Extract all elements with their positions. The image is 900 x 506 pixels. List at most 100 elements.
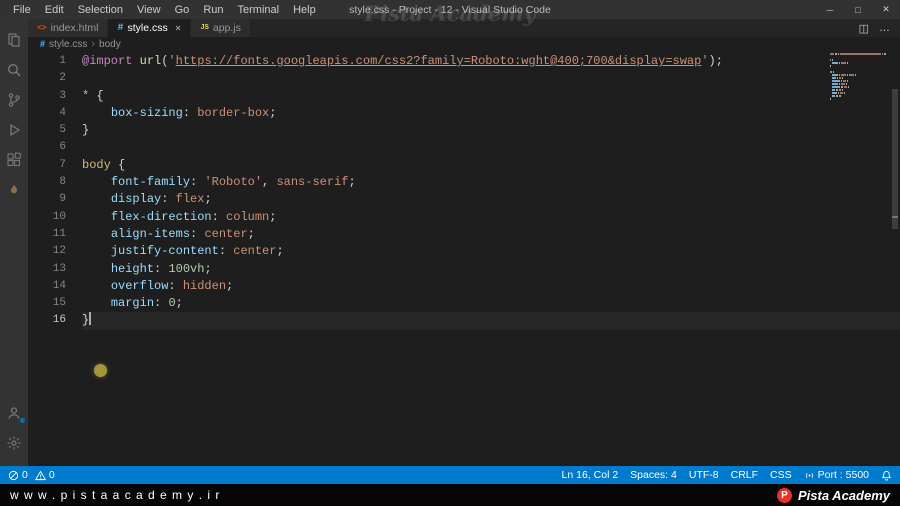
line-number: 5	[59, 124, 66, 137]
run-debug-button[interactable]	[2, 117, 26, 143]
activity-bar-bottom	[2, 400, 26, 466]
editor-actions: ◫ …	[859, 19, 900, 37]
code-editor[interactable]: 1 2 3 4 5 6 7 8 9 10 11 12 13 14 15 16 @import url('htt…	[28, 51, 900, 466]
menu-help[interactable]: Help	[286, 4, 323, 16]
extensions-icon	[7, 152, 22, 167]
close-button[interactable]: ✕	[872, 0, 900, 19]
mouse-highlight	[94, 364, 107, 377]
search-button[interactable]	[2, 57, 26, 83]
line-number: 2	[59, 72, 66, 85]
line-number: 14	[52, 279, 66, 292]
notifications-button[interactable]	[881, 470, 892, 481]
extensions-button[interactable]	[2, 147, 26, 173]
chevron-right-icon: ›	[91, 38, 96, 50]
line-number: 10	[52, 210, 66, 223]
pista-academy-logo-icon: P	[776, 487, 792, 503]
menu-go[interactable]: Go	[168, 4, 197, 16]
tab-index-html[interactable]: <> index.html	[28, 19, 109, 37]
extension-flame-button[interactable]	[2, 177, 26, 203]
code-line[interactable]: margin: 0;	[82, 295, 900, 312]
code-line[interactable]	[82, 70, 900, 87]
code-line[interactable]: flex-direction: column;	[82, 209, 900, 226]
scrollbar[interactable]	[890, 51, 900, 466]
tab-app-js[interactable]: JS app.js	[191, 19, 251, 37]
language-mode[interactable]: CSS	[770, 469, 792, 481]
html-file-icon: <>	[37, 23, 47, 33]
line-number: 16	[52, 314, 66, 327]
split-editor-icon[interactable]: ◫	[859, 22, 869, 35]
tab-bar: <> index.html # style.css ✕ JS app.js ◫ …	[28, 19, 900, 37]
flame-icon	[11, 184, 17, 194]
window-title: style.css - Project - 12 - Visual Studio…	[349, 3, 551, 16]
code-line[interactable]: @import url('https://fonts.googleapis.co…	[82, 53, 900, 70]
window-controls: ─ □ ✕	[816, 0, 900, 19]
line-number: 13	[52, 262, 66, 275]
search-icon	[7, 63, 21, 77]
code-line[interactable]: height: 100vh;	[82, 261, 900, 278]
main-area: <> index.html # style.css ✕ JS app.js ◫ …	[0, 19, 900, 466]
code-line[interactable]: align-items: center;	[82, 226, 900, 243]
line-number: 11	[52, 227, 66, 240]
code-line[interactable]: * {	[82, 88, 900, 105]
maximize-button[interactable]: □	[844, 0, 872, 19]
breadcrumb-file[interactable]: style.css	[49, 39, 87, 50]
encoding-setting[interactable]: UTF-8	[689, 469, 719, 481]
line-number: 12	[52, 245, 66, 258]
gear-icon	[7, 436, 21, 450]
cursor-position[interactable]: Ln 16, Col 2	[562, 469, 619, 481]
minimap-content	[830, 53, 888, 101]
code-line[interactable]: }	[82, 122, 900, 139]
settings-button[interactable]	[2, 430, 26, 456]
explorer-button[interactable]	[2, 27, 26, 53]
menu-run[interactable]: Run	[196, 4, 230, 16]
bell-icon	[881, 470, 892, 481]
text-cursor	[89, 312, 91, 326]
line-number: 4	[59, 106, 66, 119]
activity-bar	[0, 19, 28, 466]
footer-url: w w w . p i s t a a c a d e m y . i r	[10, 488, 221, 502]
line-number: 8	[59, 176, 66, 189]
code-line[interactable]	[82, 139, 900, 156]
line-number: 9	[59, 193, 66, 206]
code-line[interactable]: justify-content: center;	[82, 243, 900, 260]
breadcrumb-symbol[interactable]: body	[99, 39, 121, 50]
status-left: 0 0	[8, 469, 55, 481]
editor-column: <> index.html # style.css ✕ JS app.js ◫ …	[28, 19, 900, 466]
more-actions-icon[interactable]: …	[879, 22, 890, 34]
overview-ruler-mark	[892, 216, 898, 218]
menu-file[interactable]: File	[6, 4, 38, 16]
live-server-port[interactable]: Port : 5500	[804, 469, 869, 481]
code-lines: @import url('https://fonts.googleapis.co…	[82, 53, 900, 466]
menu-edit[interactable]: Edit	[38, 4, 71, 16]
source-control-button[interactable]	[2, 87, 26, 113]
broadcast-icon	[805, 472, 813, 478]
code-line[interactable]: }	[82, 312, 900, 330]
eol-setting[interactable]: CRLF	[731, 469, 758, 481]
code-line[interactable]: box-sizing: border-box;	[82, 105, 900, 122]
tab-label: index.html	[50, 22, 99, 34]
problems-indicator[interactable]: 0 0	[8, 469, 55, 481]
minimize-button[interactable]: ─	[816, 0, 844, 19]
titlebar: File Edit Selection View Go Run Terminal…	[0, 0, 900, 19]
close-tab-icon[interactable]: ✕	[175, 24, 182, 33]
tab-style-css[interactable]: # style.css ✕	[108, 19, 192, 37]
menu-selection[interactable]: Selection	[71, 4, 130, 16]
code-line[interactable]: overflow: hidden;	[82, 278, 900, 295]
warning-icon	[35, 470, 46, 480]
gutter[interactable]: 1 2 3 4 5 6 7 8 9 10 11 12 13 14 15 16	[28, 53, 82, 466]
brand-name: Pista Academy	[797, 487, 890, 503]
menu-terminal[interactable]: Terminal	[231, 4, 287, 16]
scrollbar-thumb[interactable]	[892, 89, 898, 229]
footer-brand: P Pista Academy	[776, 487, 890, 503]
run-debug-icon	[10, 124, 20, 136]
accounts-button[interactable]	[2, 400, 26, 426]
code-line[interactable]: display: flex;	[82, 191, 900, 208]
tab-label: app.js	[212, 22, 241, 34]
minimap[interactable]	[830, 53, 888, 101]
breadcrumb: # style.css › body	[28, 37, 900, 51]
code-line[interactable]: font-family: 'Roboto', sans-serif;	[82, 174, 900, 191]
menu-view[interactable]: View	[130, 4, 168, 16]
code-line[interactable]: body {	[82, 157, 900, 174]
account-badge	[19, 417, 26, 424]
indentation-setting[interactable]: Spaces: 4	[630, 469, 677, 481]
